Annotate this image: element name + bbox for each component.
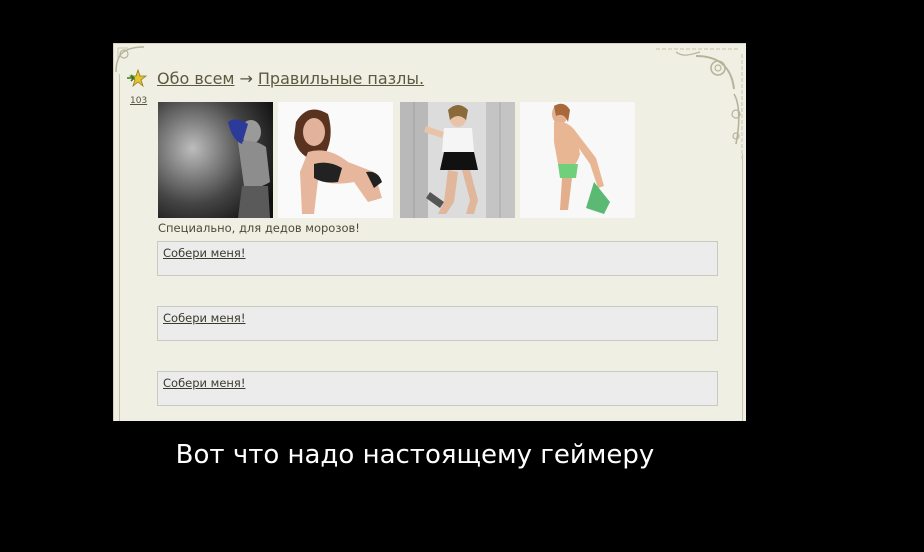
breadcrumb-arrow: → [239,69,253,88]
puzzle-box: Собери меня! [157,306,718,341]
puzzle-box: Собери меня! [157,371,718,406]
breadcrumb-title-link[interactable]: Правильные пазлы. [258,69,424,88]
ornament-corner-icon [656,48,743,159]
breadcrumb: Обо всем → Правильные пазлы. [157,69,424,88]
left-divider [119,74,120,421]
puzzle-link[interactable]: Собери меня! [163,311,245,325]
post-count-link[interactable]: 103 [130,96,147,106]
star-arrow-icon [127,69,147,87]
puzzle-link[interactable]: Собери меня! [163,376,245,390]
photo-woman-school-uniform-lockers-thumbnail[interactable] [400,102,515,218]
forum-post-frame: 103 Обо всем → Правильные пазлы. Специал… [113,43,746,421]
photo-woman-lingerie-kneeling-thumbnail[interactable] [278,102,393,218]
puzzle-box: Собери меня! [157,241,718,276]
post-caption: Специально, для дедов морозов! [158,221,360,235]
photo-woman-green-bikini-thumbnail[interactable] [520,102,635,218]
breadcrumb-section-link[interactable]: Обо всем [157,69,234,88]
photo-woman-dark-background-thumbnail[interactable] [158,102,273,218]
motto-caption: Вот что надо настоящему геймеру [175,440,655,470]
right-divider [742,154,743,421]
puzzle-link[interactable]: Собери меня! [163,246,245,260]
